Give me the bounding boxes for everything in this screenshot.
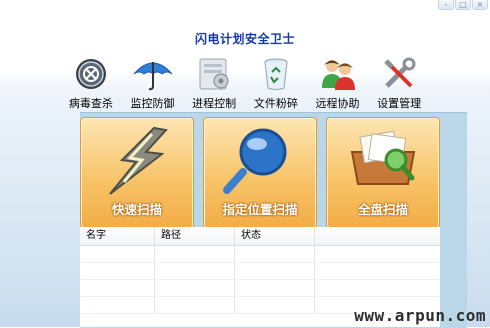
toolbar-item-remote[interactable]: 远程协助 xyxy=(307,56,369,112)
umbrella-icon xyxy=(131,56,175,92)
recycle-bin-icon xyxy=(254,56,298,92)
virus-scan-icon xyxy=(69,56,113,92)
watermark: www.arpun.com xyxy=(354,306,486,325)
toolbar-label: 监控防御 xyxy=(130,97,175,110)
lightning-icon xyxy=(81,122,193,200)
quick-scan-label: 快速扫描 xyxy=(111,202,162,217)
main-toolbar: 病毒查杀 监控防御 进程控制 文件粉碎 远程协助 设置管理 xyxy=(60,56,430,112)
column-header-path[interactable]: 路径 xyxy=(155,227,235,245)
full-scan-button[interactable]: 全盘扫描 xyxy=(326,117,440,229)
table-row xyxy=(80,246,440,263)
window-controls: - □ × xyxy=(438,0,488,10)
toolbar-item-settings[interactable]: 设置管理 xyxy=(368,56,430,112)
custom-scan-button[interactable]: 指定位置扫描 xyxy=(203,117,317,229)
toolbar-label: 文件粉碎 xyxy=(253,97,298,110)
custom-scan-label: 指定位置扫描 xyxy=(222,202,298,217)
tools-icon xyxy=(377,56,421,92)
column-header-status[interactable]: 状态 xyxy=(235,227,315,245)
magnifier-icon xyxy=(204,122,316,200)
close-button[interactable]: × xyxy=(472,0,488,10)
app-window: - □ × 闪电计划安全卫士 病毒查杀 监控防御 进程控制 文件粉碎 远程协助 … xyxy=(0,0,490,328)
process-control-icon xyxy=(192,56,236,92)
table-row xyxy=(80,263,440,280)
quick-scan-button[interactable]: 快速扫描 xyxy=(80,117,194,229)
column-header-name[interactable]: 名字 xyxy=(80,227,155,245)
toolbar-label: 设置管理 xyxy=(377,97,422,110)
box-magnifier-icon xyxy=(327,122,439,200)
results-header: 名字 路径 状态 xyxy=(80,227,440,246)
minimize-button[interactable]: - xyxy=(438,0,454,10)
maximize-button[interactable]: □ xyxy=(455,0,471,10)
toolbar-item-process[interactable]: 进程控制 xyxy=(183,56,245,112)
toolbar-label: 远程协助 xyxy=(315,97,360,110)
full-scan-label: 全盘扫描 xyxy=(357,202,408,217)
app-title: 闪电计划安全卫士 xyxy=(194,32,295,46)
toolbar-label: 病毒查杀 xyxy=(68,97,113,110)
toolbar-item-shredder[interactable]: 文件粉碎 xyxy=(245,56,307,112)
column-header-empty xyxy=(315,227,440,245)
toolbar-item-virus-scan[interactable]: 病毒查杀 xyxy=(60,56,122,112)
table-row xyxy=(80,280,440,297)
toolbar-label: 进程控制 xyxy=(192,97,237,110)
toolbar-item-monitor[interactable]: 监控防御 xyxy=(122,56,184,112)
users-icon xyxy=(316,56,360,92)
